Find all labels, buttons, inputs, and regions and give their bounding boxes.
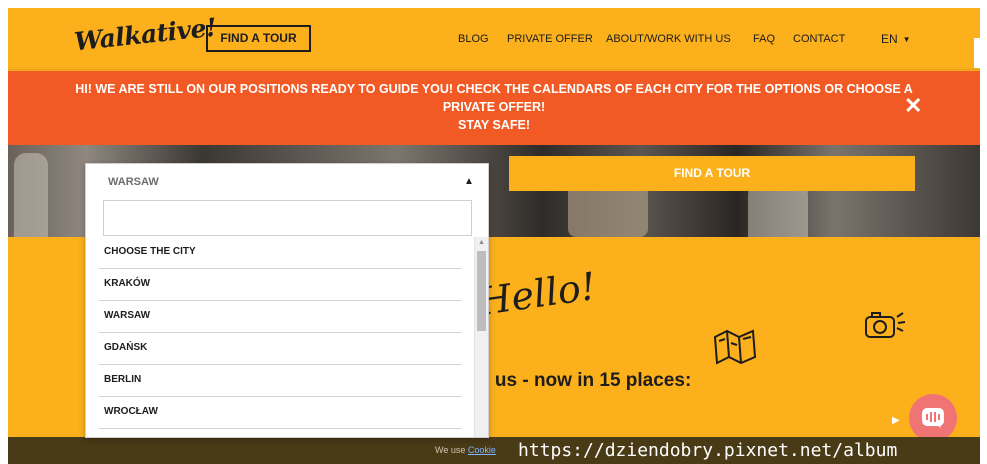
- play-icon[interactable]: ▶: [892, 415, 900, 426]
- chat-icon: [922, 408, 944, 428]
- nav-contact-link[interactable]: CONTACT: [793, 33, 845, 45]
- nav-private-offer-link[interactable]: PRIVATE OFFER: [507, 33, 593, 45]
- city-option-berlin[interactable]: BERLIN: [99, 365, 462, 397]
- nav-faq-link[interactable]: FAQ: [753, 33, 775, 45]
- banner-private-offer-link[interactable]: PRIVATE OFFER!: [8, 98, 980, 116]
- caret-down-icon: ▼: [902, 35, 911, 44]
- city-options-list: CHOOSE THE CITY KRAKÓW WARSAW GDAŃSK BER…: [99, 237, 462, 437]
- cookie-bar: We use Cookie https://dziendobry.pixnet.…: [8, 437, 980, 464]
- map-icon: [713, 329, 757, 365]
- city-option-warsaw[interactable]: WARSAW: [99, 301, 462, 333]
- city-dropdown[interactable]: WARSAW ▲ CHOOSE THE CITY KRAKÓW WARSAW G…: [85, 163, 489, 438]
- language-selector[interactable]: EN ▼: [881, 32, 911, 46]
- hero-photo-figure: [14, 153, 48, 237]
- city-option-wroclaw[interactable]: WROCŁAW: [99, 397, 462, 429]
- language-label: EN: [881, 32, 898, 46]
- close-icon[interactable]: ✕: [904, 95, 922, 117]
- city-list-scrollbar[interactable]: ▲: [474, 237, 488, 437]
- scroll-up-icon[interactable]: ▲: [478, 239, 485, 246]
- page: Walkative! FIND A TOUR BLOG PRIVATE OFFE…: [8, 8, 980, 464]
- nav-blog-link[interactable]: BLOG: [458, 33, 489, 45]
- scrollbar-thumb[interactable]: [477, 251, 486, 331]
- join-us-heading: n us - now in 15 places:: [478, 370, 692, 391]
- find-tour-button[interactable]: FIND A TOUR: [509, 156, 915, 191]
- chat-button[interactable]: [909, 394, 957, 442]
- header-find-tour-button[interactable]: FIND A TOUR: [206, 25, 311, 52]
- banner-line-3: STAY SAFE!: [457, 118, 530, 132]
- notice-banner: HI! WE ARE STILL ON OUR POSITIONS READY …: [8, 71, 980, 145]
- hero-photo-figure: [568, 185, 648, 237]
- cookie-notice: We use Cookie: [435, 445, 496, 455]
- cookie-policy-link[interactable]: Cookie: [468, 445, 496, 455]
- walkative-logo[interactable]: Walkative!: [73, 13, 218, 57]
- city-search-input[interactable]: [103, 200, 472, 236]
- hello-heading: Hello!: [475, 263, 599, 325]
- camera-icon: [865, 312, 906, 338]
- banner-line-1: HI! WE ARE STILL ON OUR POSITIONS READY …: [75, 82, 913, 96]
- city-option-more[interactable]: …: [99, 429, 462, 437]
- site-header: Walkative! FIND A TOUR BLOG PRIVATE OFFE…: [8, 8, 980, 70]
- city-dropdown-selected[interactable]: WARSAW: [108, 176, 159, 188]
- city-option-krakow[interactable]: KRAKÓW: [99, 269, 462, 301]
- city-option-choose[interactable]: CHOOSE THE CITY: [99, 237, 462, 269]
- city-option-gdansk[interactable]: GDAŃSK: [99, 333, 462, 365]
- watermark-url: https://dziendobry.pixnet.net/album: [518, 440, 898, 461]
- cookie-text: We use: [435, 445, 466, 455]
- window-edge: [974, 38, 980, 68]
- nav-about-link[interactable]: ABOUT/WORK WITH US: [606, 33, 731, 45]
- caret-up-icon[interactable]: ▲: [464, 176, 474, 187]
